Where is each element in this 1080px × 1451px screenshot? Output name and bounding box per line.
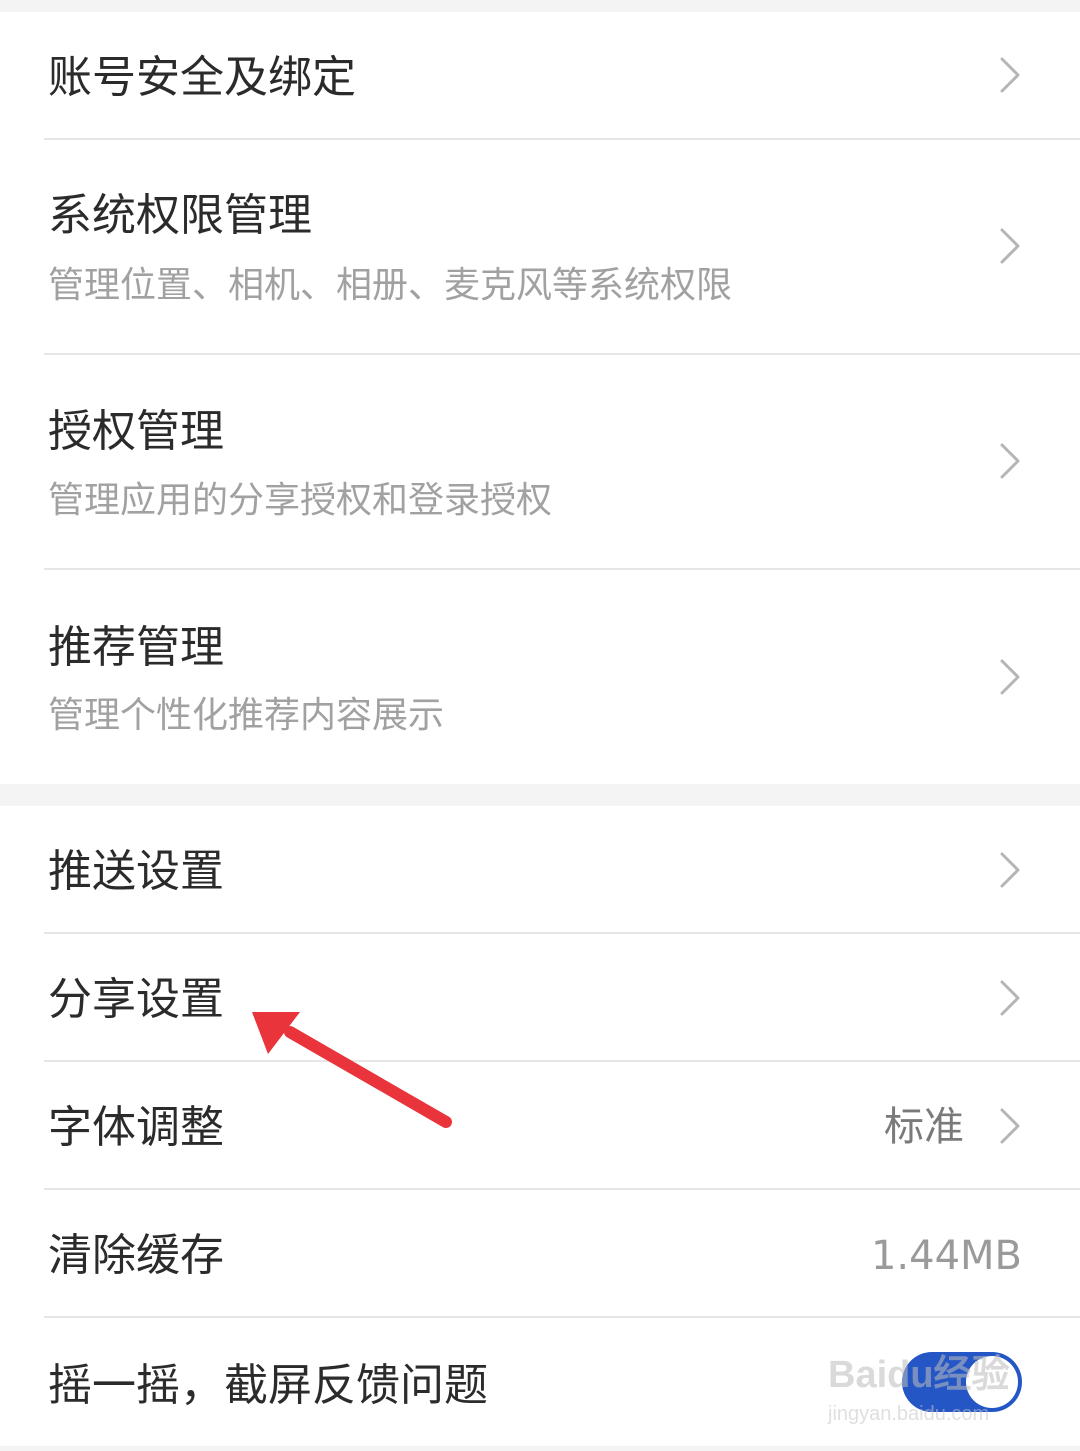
settings-item-title: 分享设置: [48, 974, 224, 1025]
cache-size-value: 1.44MB: [870, 1233, 1022, 1279]
toggle-knob: [966, 1356, 1018, 1408]
settings-item-title: 授权管理: [48, 406, 224, 457]
chevron-right-icon: [1000, 57, 1020, 93]
settings-item-title: 字体调整: [48, 1102, 224, 1153]
settings-item-title: 推荐管理: [48, 622, 224, 673]
chevron-right-icon: [1000, 1108, 1020, 1144]
chevron-right-icon: [1000, 980, 1020, 1016]
settings-item-title: 账号安全及绑定: [48, 52, 356, 103]
chevron-right-icon: [1000, 443, 1020, 479]
settings-item-push[interactable]: 推送设置: [0, 806, 1080, 932]
settings-item-shake-feedback: 摇一摇，截屏反馈问题: [0, 1318, 1080, 1446]
settings-item-font-size[interactable]: 字体调整 标准: [0, 1062, 1080, 1188]
settings-item-subtitle: 管理应用的分享授权和登录授权: [48, 480, 553, 521]
settings-item-recommendation[interactable]: 推荐管理 管理个性化推荐内容展示: [0, 570, 1080, 784]
chevron-right-icon: [1000, 228, 1020, 264]
settings-item-clear-cache[interactable]: 清除缓存 1.44MB: [0, 1190, 1080, 1316]
settings-item-account-security[interactable]: 账号安全及绑定: [0, 12, 1080, 138]
shake-feedback-toggle[interactable]: [902, 1352, 1022, 1412]
settings-item-subtitle: 管理个性化推荐内容展示: [48, 695, 445, 736]
settings-item-authorization[interactable]: 授权管理 管理应用的分享授权和登录授权: [0, 355, 1080, 568]
settings-item-system-permissions[interactable]: 系统权限管理 管理位置、相机、相册、麦克风等系统权限: [0, 140, 1080, 353]
settings-group-privacy: 账号安全及绑定 系统权限管理 管理位置、相机、相册、麦克风等系统权限 授权管理 …: [0, 12, 1080, 784]
settings-group-general: 推送设置 分享设置 字体调整 标准 清除缓存 1.44MB 摇一摇，截屏反馈问题: [0, 806, 1080, 1446]
chevron-right-icon: [1000, 852, 1020, 888]
settings-item-title: 系统权限管理: [48, 190, 312, 241]
settings-item-title: 清除缓存: [48, 1230, 224, 1281]
settings-item-title: 摇一摇，截屏反馈问题: [48, 1360, 488, 1411]
settings-item-subtitle: 管理位置、相机、相册、麦克风等系统权限: [48, 265, 733, 306]
settings-screen: 账号安全及绑定 系统权限管理 管理位置、相机、相册、麦克风等系统权限 授权管理 …: [0, 0, 1080, 1451]
settings-item-share[interactable]: 分享设置: [0, 934, 1080, 1060]
settings-item-value: 标准: [884, 1104, 964, 1150]
settings-item-title: 推送设置: [48, 846, 224, 897]
chevron-right-icon: [1000, 659, 1020, 695]
